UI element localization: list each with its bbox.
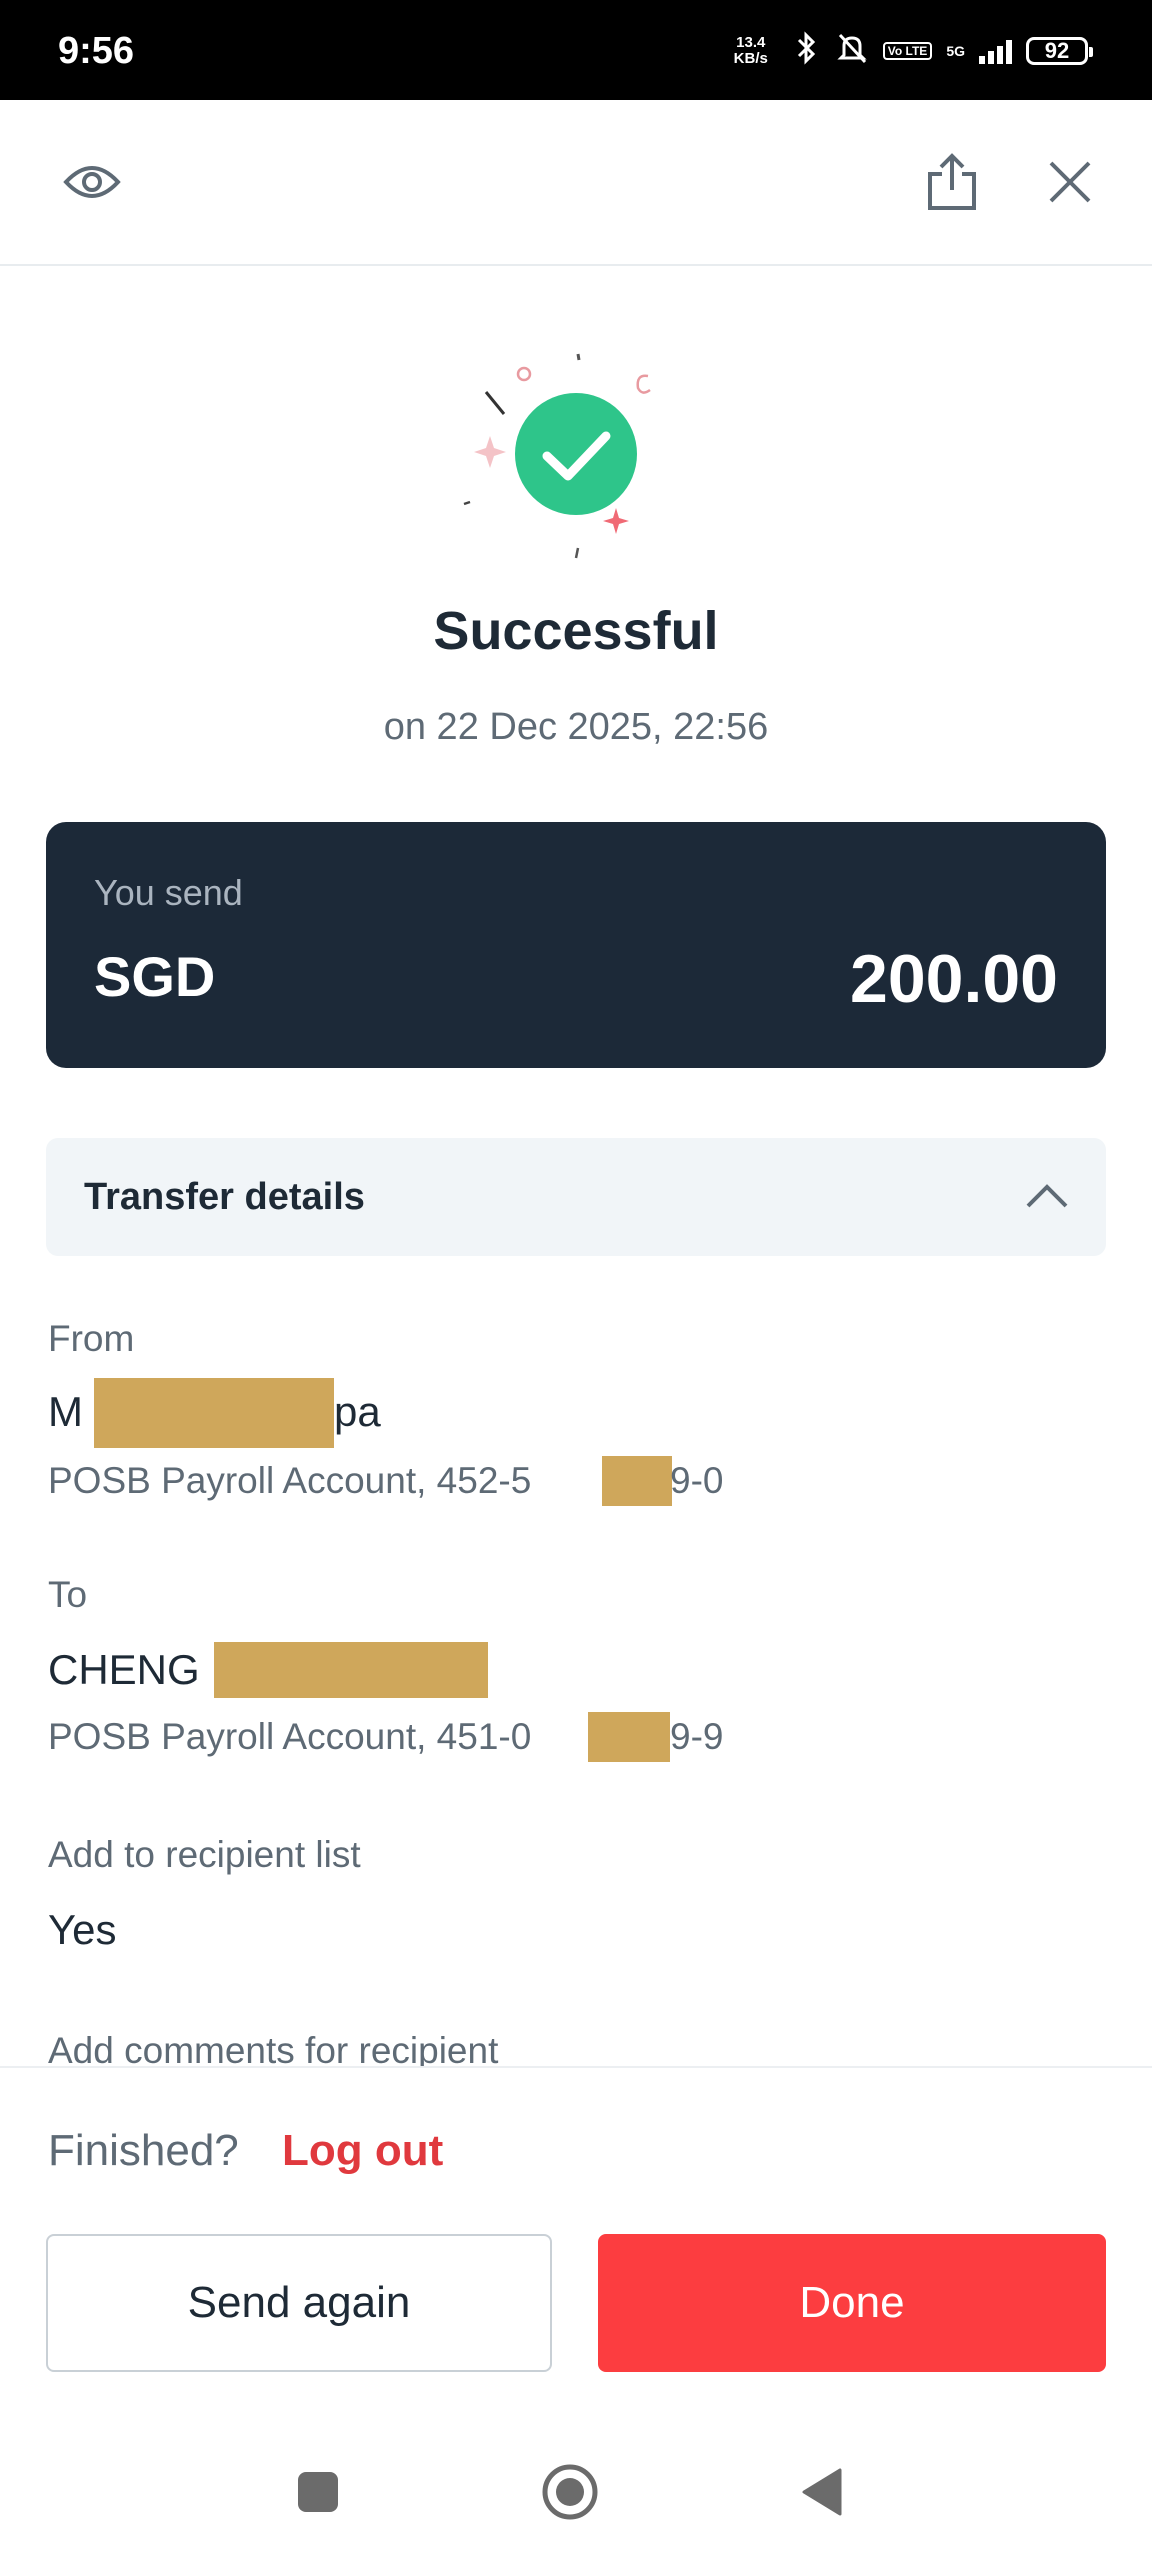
status-time: 9:56 [58, 30, 135, 72]
status-icons: 13.4 KB/s Vo LTE 5G 92 [725, 28, 1093, 74]
check-circle-icon [515, 393, 637, 515]
transfer-details-title: Transfer details [84, 1176, 365, 1218]
send-label: You send [94, 872, 243, 913]
done-button[interactable]: Done [598, 2234, 1106, 2372]
chevron-up-icon [1022, 1172, 1072, 1222]
recipient-list-label: Add to recipient list [48, 1834, 361, 1875]
signal-icon [979, 38, 1012, 64]
send-currency: SGD [94, 945, 216, 1008]
from-label: From [48, 1318, 135, 1359]
eye-icon[interactable] [56, 146, 128, 218]
bell-muted-icon [835, 31, 869, 71]
finished-prompt: Finished? [48, 2126, 239, 2175]
to-account-start: POSB Payroll Account, 451-0 [48, 1716, 532, 1757]
to-account-end: 9-9 [670, 1716, 724, 1757]
recents-icon[interactable] [286, 2460, 350, 2524]
bluetooth-icon [791, 31, 821, 71]
battery-level: 92 [1044, 38, 1070, 63]
to-name-start: CHENG [48, 1646, 200, 1693]
network-type: 5G [946, 43, 965, 59]
result-timestamp: on 22 Dec 2025, 22:56 [383, 706, 769, 748]
send-amount: 200.00 [850, 941, 1058, 1017]
network-speed: 13.4 KB/s [733, 34, 768, 67]
recipient-list-value: Yes [48, 1906, 117, 1953]
success-illustration [0, 330, 1152, 590]
redaction-block [588, 1712, 670, 1762]
result-title: Successful [433, 601, 719, 661]
close-icon[interactable] [1034, 146, 1106, 218]
from-account-end: 9-0 [670, 1460, 724, 1501]
send-again-button[interactable]: Send again [46, 2234, 552, 2372]
from-name-end: pa [334, 1388, 381, 1435]
status-bar: 9:56 13.4 KB/s Vo LTE 5G 92 [0, 0, 1152, 100]
redaction-block [602, 1456, 672, 1506]
to-label: To [48, 1574, 88, 1615]
volte-icon: Vo LTE [882, 42, 933, 60]
logout-link[interactable]: Log out [282, 2126, 443, 2176]
from-account-start: POSB Payroll Account, 452-5 [48, 1460, 532, 1501]
app-header [0, 100, 1152, 266]
home-icon[interactable] [538, 2460, 602, 2524]
from-name-start: M [48, 1388, 83, 1435]
transfer-details-toggle[interactable]: Transfer details [46, 1138, 1106, 1256]
redaction-block [214, 1642, 488, 1698]
system-nav-bar [0, 2420, 1152, 2560]
send-amount-card: You send SGD 200.00 [46, 822, 1106, 1068]
share-icon[interactable] [916, 146, 988, 218]
battery-icon: 92 [1026, 37, 1093, 65]
redaction-block [94, 1378, 334, 1448]
back-icon[interactable] [790, 2460, 854, 2524]
